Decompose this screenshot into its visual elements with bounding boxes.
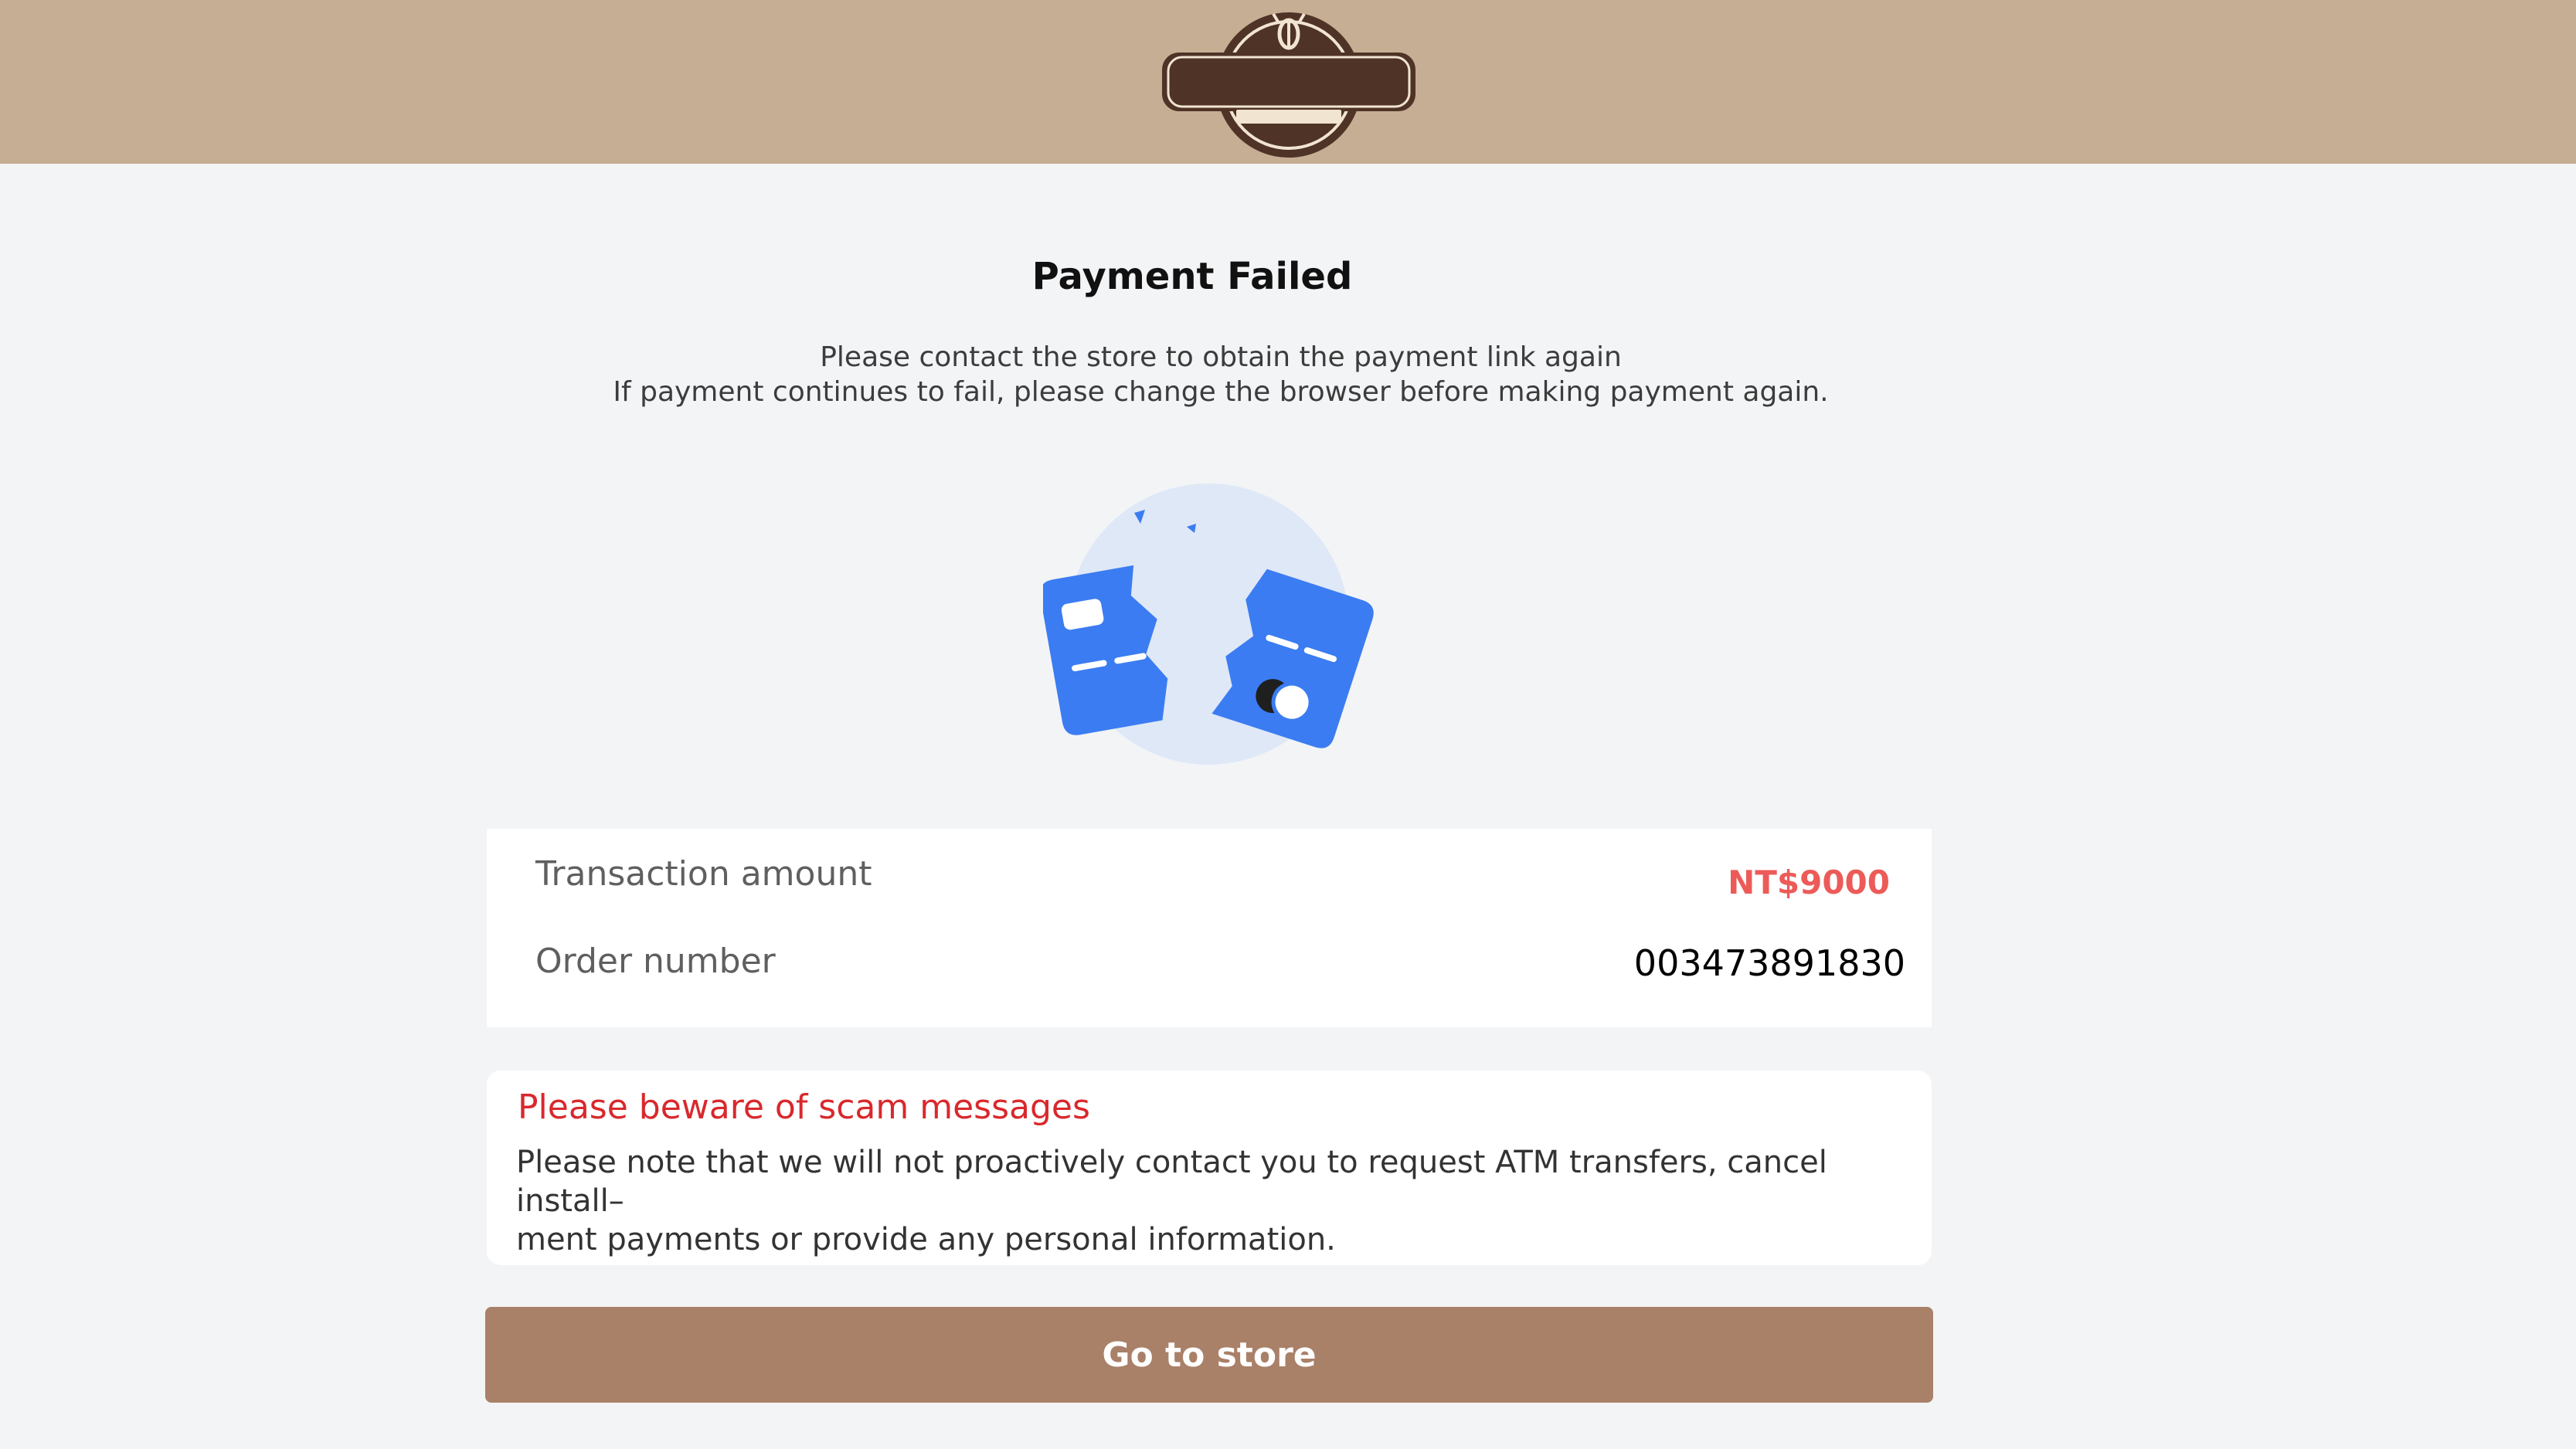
transaction-amount-value: NT$9000 <box>1728 864 1890 901</box>
failure-message-line-2: If payment continues to fail, please cha… <box>613 376 1829 408</box>
order-number-value: 003473891830 <box>1633 942 1905 984</box>
transaction-info-card: Transaction amount NT$9000 Order number … <box>487 829 1932 1027</box>
scam-warning-text-line-2: ment payments or provide any personal in… <box>516 1222 1336 1257</box>
scam-warning-card: Please beware of scam messages Please no… <box>487 1071 1932 1265</box>
scam-warning-text-line-1: Please note that we will not proactively… <box>516 1145 1827 1219</box>
page-title: Payment Failed <box>1031 255 1353 298</box>
stop-bugs-logo[interactable] <box>1150 3 1428 161</box>
order-number-label: Order number <box>535 942 776 981</box>
transaction-amount-label: Transaction amount <box>535 854 872 894</box>
scam-warning-title: Please beware of scam messages <box>518 1088 1090 1127</box>
scam-warning-text: Please note that we will not proactively… <box>516 1143 1907 1259</box>
broken-credit-card-icon <box>1043 484 1374 765</box>
top-header <box>0 0 2576 164</box>
go-to-store-button[interactable]: Go to store <box>485 1307 1933 1403</box>
failure-message-line-1: Please contact the store to obtain the p… <box>820 341 1622 373</box>
failure-message: Please contact the store to obtain the p… <box>0 340 2442 409</box>
